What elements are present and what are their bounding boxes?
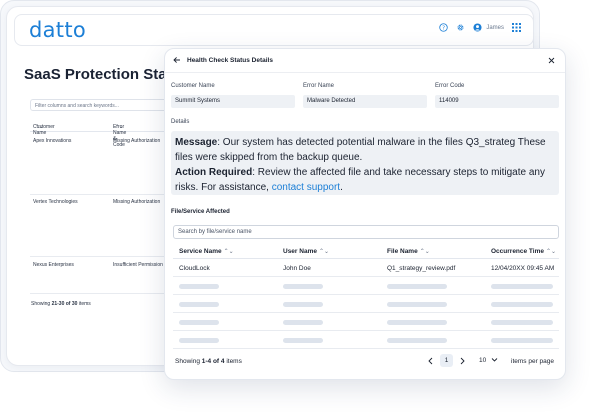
background-table-header: Customer Name ⌃⌄ Error Name & Code ⌃⌄	[30, 120, 180, 148]
user-name-cell: John Doe	[283, 265, 311, 272]
chevron-right-icon[interactable]	[459, 357, 466, 365]
skeleton-bar	[491, 284, 553, 289]
skeleton-bar	[387, 320, 447, 325]
file-service-affected-label: File/Service Affected	[171, 209, 230, 215]
sort-icon: ⌃⌄	[318, 249, 330, 255]
back-arrow-icon[interactable]	[173, 56, 181, 64]
error-name-value: Malware Detected	[303, 95, 427, 108]
close-icon[interactable]	[548, 57, 555, 64]
divider	[30, 256, 180, 257]
table-row-loading	[173, 314, 559, 331]
skeleton-bar	[179, 338, 219, 343]
customer-name-value: Summit Systems	[171, 95, 295, 108]
details-end: .	[340, 182, 343, 193]
bg-row-customer: Nexus Enterprises	[33, 262, 74, 268]
items-per-page-value: 10	[479, 357, 487, 364]
items-per-page-select[interactable]: 10	[479, 357, 498, 364]
message-text: : Our system has detected potential malw…	[175, 137, 546, 163]
user-name[interactable]: James	[486, 25, 504, 31]
file-name-cell: Q1_strategy_review.pdf	[387, 265, 456, 272]
skeleton-bar	[179, 302, 219, 307]
skeleton-bar	[387, 338, 447, 343]
file-service-search-input[interactable]: Search by file/service name	[173, 225, 559, 239]
contact-support-link[interactable]: contact support	[272, 182, 340, 193]
col-occurrence-time[interactable]: Occurrence Time ⌃⌄	[491, 248, 556, 255]
sort-icon: ⌃⌄	[546, 249, 557, 255]
skeleton-bar	[491, 338, 553, 343]
skeleton-bar	[283, 320, 323, 325]
col-service-name[interactable]: Service Name ⌃⌄	[179, 248, 234, 255]
table-row-loading	[173, 278, 559, 295]
skeleton-bar	[179, 284, 219, 289]
skeleton-bar	[491, 302, 553, 307]
help-icon[interactable]: ?	[439, 23, 449, 32]
customer-name-label: Customer Name	[171, 83, 215, 89]
svg-text:?: ?	[442, 25, 445, 31]
bg-row-error: Missing Authorization	[113, 199, 161, 205]
occurrence-time-cell: 12/04/20XX 09:45 AM	[491, 265, 555, 272]
sort-icon: ⌃⌄	[419, 249, 430, 255]
sort-icon: ⌃⌄	[35, 124, 44, 130]
table-row[interactable]: CloudLock John Doe Q1_strategy_review.pd…	[173, 260, 559, 277]
skeleton-bar	[283, 284, 323, 289]
pagination-controls: 1	[427, 354, 466, 367]
divider	[30, 194, 180, 195]
details-box: Message: Our system has detected potenti…	[171, 131, 559, 195]
filter-input[interactable]: Filter columns and search keywords...	[30, 99, 180, 111]
skeleton-bar	[387, 284, 447, 289]
service-name-cell: CloudLock	[179, 265, 210, 272]
table-row-loading	[173, 296, 559, 313]
bg-row-error: Insufficient Permission	[113, 262, 163, 268]
modal-title: Health Check Status Details	[187, 57, 273, 64]
sort-icon: ⌃⌄	[115, 124, 124, 130]
col-user-name[interactable]: User Name ⌃⌄	[283, 248, 329, 255]
error-code-label: Error Code	[435, 83, 465, 89]
background-pagination-summary: Showing 21-30 of 30 items	[31, 301, 91, 307]
current-page-button[interactable]: 1	[440, 354, 453, 367]
skeleton-bar	[283, 338, 323, 343]
chevron-left-icon[interactable]	[427, 357, 434, 365]
divider	[30, 293, 180, 294]
modal-header: Health Check Status Details	[165, 49, 565, 73]
app-grid-icon[interactable]	[512, 23, 521, 32]
table-row-loading	[173, 332, 559, 349]
avatar-icon[interactable]	[473, 23, 482, 32]
gear-icon[interactable]	[456, 23, 465, 32]
details-label: Details	[171, 119, 190, 125]
error-code-value: 114009	[435, 95, 559, 108]
bg-row-customer: Apex Innovations	[33, 138, 72, 144]
skeleton-bar	[491, 320, 553, 325]
sort-icon: ⌃⌄	[223, 249, 234, 255]
error-name-label: Error Name	[303, 83, 335, 89]
message-label: Message	[175, 137, 218, 148]
skeleton-bar	[179, 320, 219, 325]
action-required-label: Action Required	[175, 167, 253, 178]
items-per-page-label: items per page	[511, 358, 554, 365]
col-file-name[interactable]: File Name ⌃⌄	[387, 248, 430, 255]
health-check-modal: Health Check Status Details Customer Nam…	[164, 48, 566, 380]
pagination-summary: Showing 1-4 of 4 items	[175, 358, 242, 365]
top-navigation-bar: datto ? James	[14, 14, 534, 46]
affected-table-header: Service Name ⌃⌄ User Name ⌃⌄ File Name ⌃⌄ O…	[173, 243, 559, 259]
chevron-down-icon	[491, 358, 498, 362]
bg-row-error: Missing Authorization	[113, 138, 161, 144]
skeleton-bar	[283, 302, 323, 307]
skeleton-bar	[387, 302, 447, 307]
bg-row-customer: Vertex Technologies	[33, 199, 78, 205]
datto-logo[interactable]: datto	[29, 18, 86, 42]
